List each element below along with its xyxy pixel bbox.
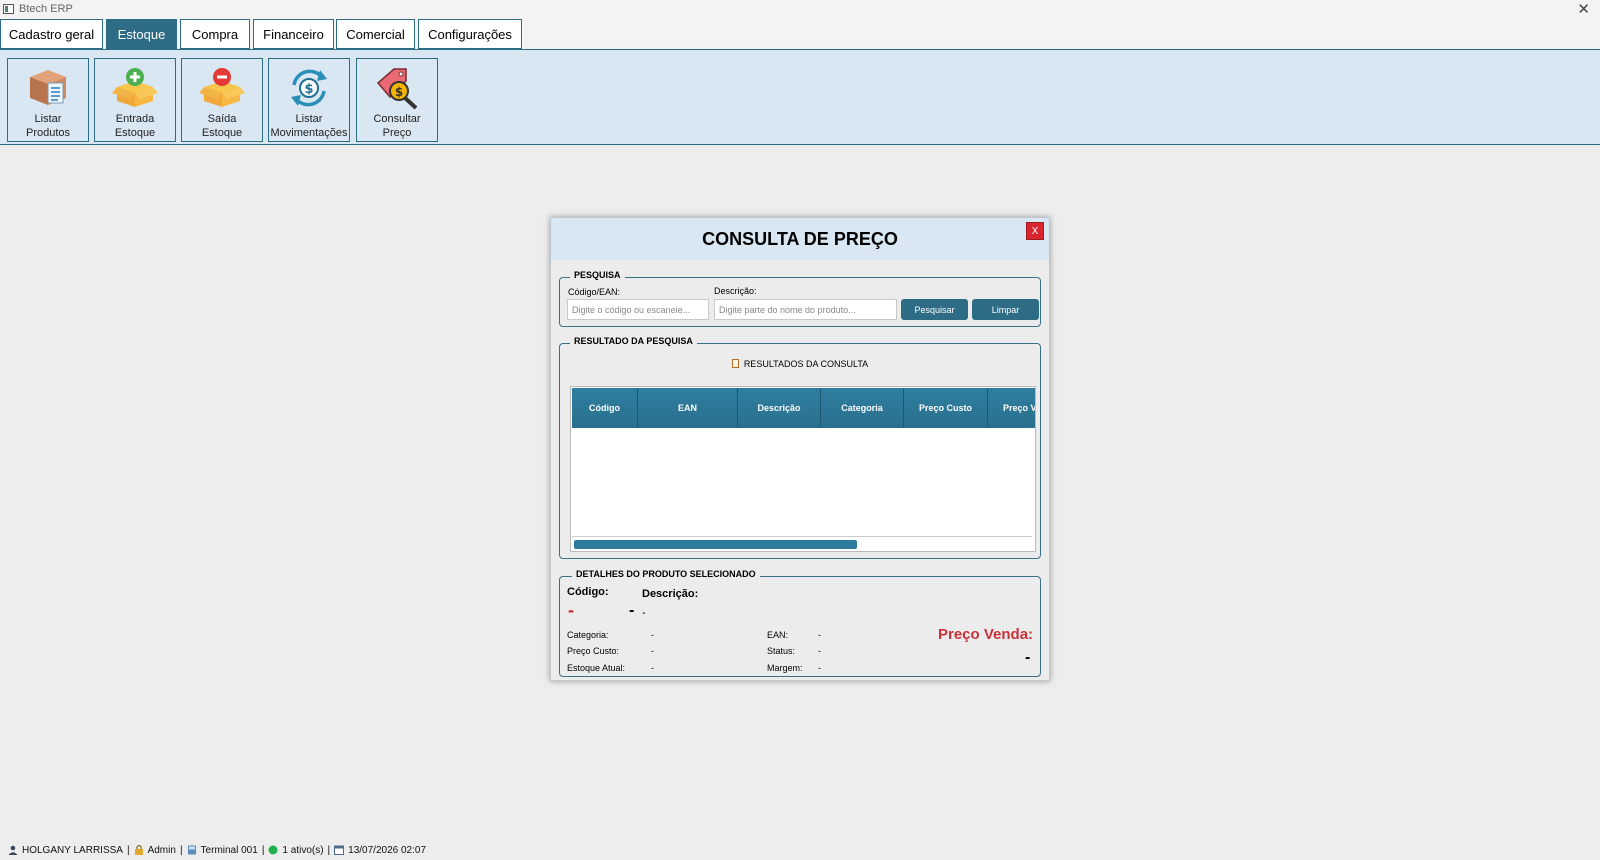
tab-cadastro-geral[interactable]: Cadastro geral — [0, 19, 103, 49]
column-header-preco-venda[interactable]: Preço Venda — [988, 388, 1035, 428]
window-close-icon[interactable]: ✕ — [1577, 0, 1590, 18]
descricao-detail-marker: - — [629, 602, 635, 619]
limpar-button[interactable]: Limpar — [972, 299, 1039, 320]
ean-label: EAN: — [767, 630, 789, 640]
status-value: - — [818, 646, 821, 656]
column-header-descricao[interactable]: Descrição — [738, 388, 821, 428]
results-table[interactable]: Código EAN Descrição Categoria Preço Cus… — [570, 386, 1036, 552]
codigo-detail-value: - — [568, 600, 574, 620]
status-role: Admin — [134, 845, 176, 856]
pesquisar-button[interactable]: Pesquisar — [901, 299, 968, 320]
search-group-legend: PESQUISA — [570, 270, 625, 280]
categoria-value: - — [651, 630, 654, 640]
preco-venda-value: - — [1025, 649, 1031, 666]
margem-value: - — [818, 663, 821, 673]
box-list-icon — [30, 70, 66, 105]
tab-financeiro[interactable]: Financeiro — [253, 19, 334, 49]
column-header-preco-custo[interactable]: Preço Custo — [904, 388, 988, 428]
entrada-estoque-button[interactable]: Entrada Estoque — [94, 58, 176, 142]
descricao-detail-label: Descrição: — [642, 588, 699, 600]
main-tabbar: Cadastro geral Estoque Compra Financeiro… — [0, 19, 1600, 50]
status-user: HOLGANY LARRISSA — [8, 845, 123, 856]
status-separator: | — [261, 844, 265, 856]
details-group: DETALHES DO PRODUTO SELECIONADO Código: … — [559, 569, 1041, 677]
descricao-input[interactable] — [714, 299, 897, 320]
status-active-count: 1 ativo(s) — [282, 844, 324, 856]
box-plus-icon — [112, 68, 158, 107]
dialog-title: CONSULTA DE PREÇO — [702, 229, 898, 249]
margem-label: Margem: — [767, 663, 803, 673]
ean-value: - — [818, 630, 821, 640]
user-icon — [8, 845, 18, 855]
details-group-legend: DETALHES DO PRODUTO SELECIONADO — [572, 569, 760, 579]
app-icon — [3, 4, 14, 14]
results-group: RESULTADO DA PESQUISA RESULTADOS DA CONS… — [559, 336, 1041, 559]
column-header-ean[interactable]: EAN — [638, 388, 738, 428]
results-horizontal-scrollbar[interactable] — [572, 536, 1032, 550]
saida-estoque-label: Saída Estoque — [201, 113, 243, 139]
status-bar: HOLGANY LARRISSA | Admin | Terminal 001 … — [0, 840, 1600, 860]
svg-text:$: $ — [304, 82, 313, 97]
svg-text:$: $ — [395, 85, 403, 99]
box-minus-icon — [199, 68, 245, 107]
dialog-header: CONSULTA DE PREÇO X — [551, 218, 1049, 260]
window-title: Btech ERP — [19, 3, 73, 15]
search-group: PESQUISA Código/EAN: Descrição: Pesquisa… — [559, 270, 1041, 327]
estoque-atual-label: Estoque Atual: — [567, 663, 626, 673]
consultar-preco-label: Consultar Preço — [373, 113, 421, 139]
preco-custo-value: - — [651, 646, 654, 656]
preco-venda-label: Preço Venda: — [938, 626, 1034, 643]
document-icon — [731, 359, 739, 368]
status-separator: | — [126, 844, 130, 856]
saida-estoque-button[interactable]: Saída Estoque — [181, 58, 263, 142]
key-icon — [134, 845, 143, 855]
column-header-codigo[interactable]: Código — [572, 388, 638, 428]
status-datetime-value: 13/07/2026 02:07 — [348, 844, 427, 856]
consultar-preco-button[interactable]: $ Consultar Preço — [356, 58, 438, 142]
status-separator: | — [327, 844, 331, 856]
codigo-detail-label: Código: — [567, 586, 609, 598]
listar-movimentacoes-label: Listar Movimentações — [270, 113, 348, 139]
entrada-estoque-label: Entrada Estoque — [114, 113, 156, 139]
status-terminal-name: Terminal 001 — [200, 844, 258, 856]
tab-comercial[interactable]: Comercial — [336, 19, 415, 49]
status-terminal: Terminal 001 — [187, 845, 258, 856]
tab-estoque[interactable]: Estoque — [106, 19, 177, 49]
codigo-ean-input[interactable] — [567, 299, 709, 320]
consulta-preco-dialog: CONSULTA DE PREÇO X PESQUISA Código/EAN:… — [550, 217, 1050, 681]
status-active: 1 ativo(s) — [268, 844, 324, 856]
tab-configuracoes[interactable]: Configurações — [418, 19, 522, 49]
online-dot-icon — [268, 845, 278, 855]
status-label: Status: — [767, 646, 796, 656]
codigo-ean-label: Código/EAN: — [568, 287, 621, 297]
ribbon-toolbar: Listar Produtos Entrada Estoque Saída Es… — [0, 50, 1600, 145]
terminal-icon — [187, 845, 196, 855]
calendar-icon — [334, 845, 345, 855]
dialog-close-button[interactable]: X — [1026, 222, 1044, 240]
status-role-name: Admin — [147, 844, 176, 856]
status-separator: | — [179, 844, 183, 856]
listar-produtos-button[interactable]: Listar Produtos — [7, 58, 89, 142]
window-titlebar: Btech ERP ✕ — [0, 0, 1600, 19]
estoque-atual-value: - — [651, 663, 654, 673]
tab-compra[interactable]: Compra — [180, 19, 250, 49]
descricao-label: Descrição: — [714, 286, 757, 296]
status-user-name: HOLGANY LARRISSA — [22, 844, 123, 856]
results-table-header: Código EAN Descrição Categoria Preço Cus… — [572, 388, 1035, 428]
preco-custo-label: Preço Custo: — [567, 646, 620, 656]
categoria-label: Categoria: — [567, 630, 609, 640]
listar-produtos-label: Listar Produtos — [25, 113, 71, 139]
results-group-legend: RESULTADO DA PESQUISA — [570, 336, 697, 346]
money-cycle-icon: $ — [291, 69, 327, 107]
results-caption: RESULTADOS DA CONSULTA — [560, 359, 1040, 369]
descricao-detail-value: - — [642, 607, 646, 619]
status-datetime: 13/07/2026 02:07 — [334, 845, 426, 856]
results-caption-text: RESULTADOS DA CONSULTA — [743, 359, 869, 369]
scrollbar-thumb[interactable] — [574, 540, 857, 549]
column-header-categoria[interactable]: Categoria — [821, 388, 904, 428]
listar-movimentacoes-button[interactable]: $ Listar Movimentações — [268, 58, 350, 142]
price-tag-search-icon: $ — [376, 68, 418, 110]
